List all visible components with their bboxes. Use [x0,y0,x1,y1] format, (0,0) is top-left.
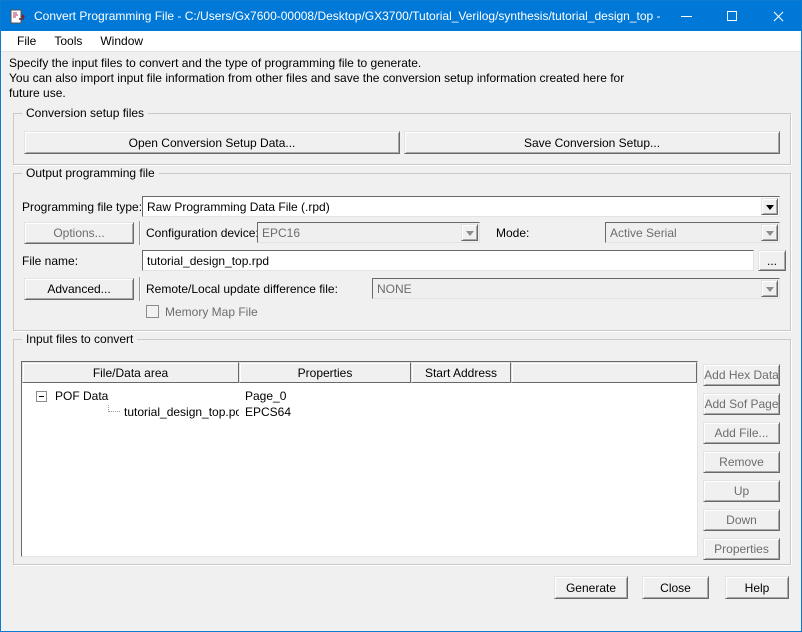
menu-bar: File Tools Window [1,31,801,52]
file-name-label: File name: [22,254,78,268]
save-conversion-setup-button[interactable]: Save Conversion Setup... [404,131,780,154]
intro-text: Specify the input files to convert and t… [9,56,624,101]
tree-node-pof-file[interactable]: tutorial_design_top.pof [22,404,239,420]
programming-file-type-value: Raw Programming Data File (.rpd) [143,200,779,214]
properties-button[interactable]: Properties [703,538,780,560]
remote-local-update-value: NONE [373,282,779,296]
tree-node-label: POF Data [55,389,108,403]
advanced-button[interactable]: Advanced... [24,278,134,300]
mode-label: Mode: [496,226,529,240]
intro-line-3: future use. [9,86,624,101]
intro-line-2: You can also import input file informati… [9,71,624,86]
remote-local-update-label: Remote/Local update difference file: [146,282,338,296]
menu-file[interactable]: File [8,32,45,50]
column-header-start-address[interactable]: Start Address [411,362,511,383]
window-title: Convert Programming File - C:/Users/Gx76… [34,9,663,23]
add-sof-page-button[interactable]: Add Sof Page [703,393,780,415]
configuration-device-select: EPC16 [257,222,480,243]
browse-button[interactable]: ... [758,250,786,271]
configuration-device-label: Configuration device: [146,226,259,240]
add-hex-data-button[interactable]: Add Hex Data [703,364,780,386]
intro-line-1: Specify the input files to convert and t… [9,56,624,71]
start-address-value [411,404,511,420]
properties-value: Page_0 [239,388,411,404]
down-button[interactable]: Down [703,509,780,531]
maximize-button[interactable] [709,1,755,31]
memory-map-file-label: Memory Map File [165,305,258,319]
input-files-group-title: Input files to convert [22,332,137,347]
dropdown-arrow-icon [761,280,778,297]
conversion-setup-group-title: Conversion setup files [22,106,148,121]
remote-local-update-select: NONE [372,278,780,299]
close-button[interactable] [755,1,801,31]
memory-map-file-checkbox[interactable] [146,305,159,318]
output-group-title: Output programming file [22,166,159,181]
title-bar[interactable]: Convert Programming File - C:/Users/Gx76… [1,1,801,31]
separator [139,221,140,245]
properties-value: EPCS64 [239,404,411,420]
help-button[interactable]: Help [725,576,789,599]
file-name-input[interactable] [142,250,754,271]
close-dialog-button[interactable]: Close [642,576,709,599]
table-row[interactable]: POF Data Page_0 [22,388,697,404]
open-conversion-setup-data-button[interactable]: Open Conversion Setup Data... [24,131,400,154]
column-header-properties[interactable]: Properties [239,362,411,383]
minimize-icon [681,16,692,17]
input-files-table[interactable]: File/Data area Properties Start Address … [21,361,698,557]
start-address-value [411,388,511,404]
dropdown-arrow-icon [461,224,478,241]
programming-file-type-select[interactable]: Raw Programming Data File (.rpd) [142,196,780,217]
dropdown-arrow-icon [761,224,778,241]
tree-node-pof-data[interactable]: POF Data [22,388,239,404]
minimize-button[interactable] [663,1,709,31]
app-icon [10,8,26,24]
column-header-empty [511,362,697,383]
close-icon [772,10,785,23]
up-button[interactable]: Up [703,480,780,502]
mode-select: Active Serial [605,222,780,243]
remove-button[interactable]: Remove [703,451,780,473]
caption-buttons [663,1,801,31]
table-header: File/Data area Properties Start Address [22,362,697,383]
column-header-file-data-area[interactable]: File/Data area [22,362,239,383]
collapse-icon[interactable] [36,391,47,402]
dropdown-arrow-icon[interactable] [761,198,778,215]
conversion-setup-group: Conversion setup files Open Conversion S… [13,113,791,165]
menu-tools[interactable]: Tools [45,32,91,50]
output-programming-file-group: Output programming file Programming file… [13,173,791,331]
tree-node-label: tutorial_design_top.pof [124,405,239,419]
options-button[interactable]: Options... [24,222,134,244]
separator [139,277,140,301]
mode-value: Active Serial [606,226,779,240]
add-file-button[interactable]: Add File... [703,422,780,444]
menu-window[interactable]: Window [91,32,152,50]
programming-file-type-label: Programming file type: [22,200,142,214]
configuration-device-value: EPC16 [258,226,479,240]
table-row[interactable]: tutorial_design_top.pof EPCS64 [22,404,697,420]
generate-button[interactable]: Generate [554,576,628,599]
tree-branch-icon [108,404,120,412]
maximize-icon [727,11,737,21]
convert-programming-file-dialog: Convert Programming File - C:/Users/Gx76… [0,0,802,632]
